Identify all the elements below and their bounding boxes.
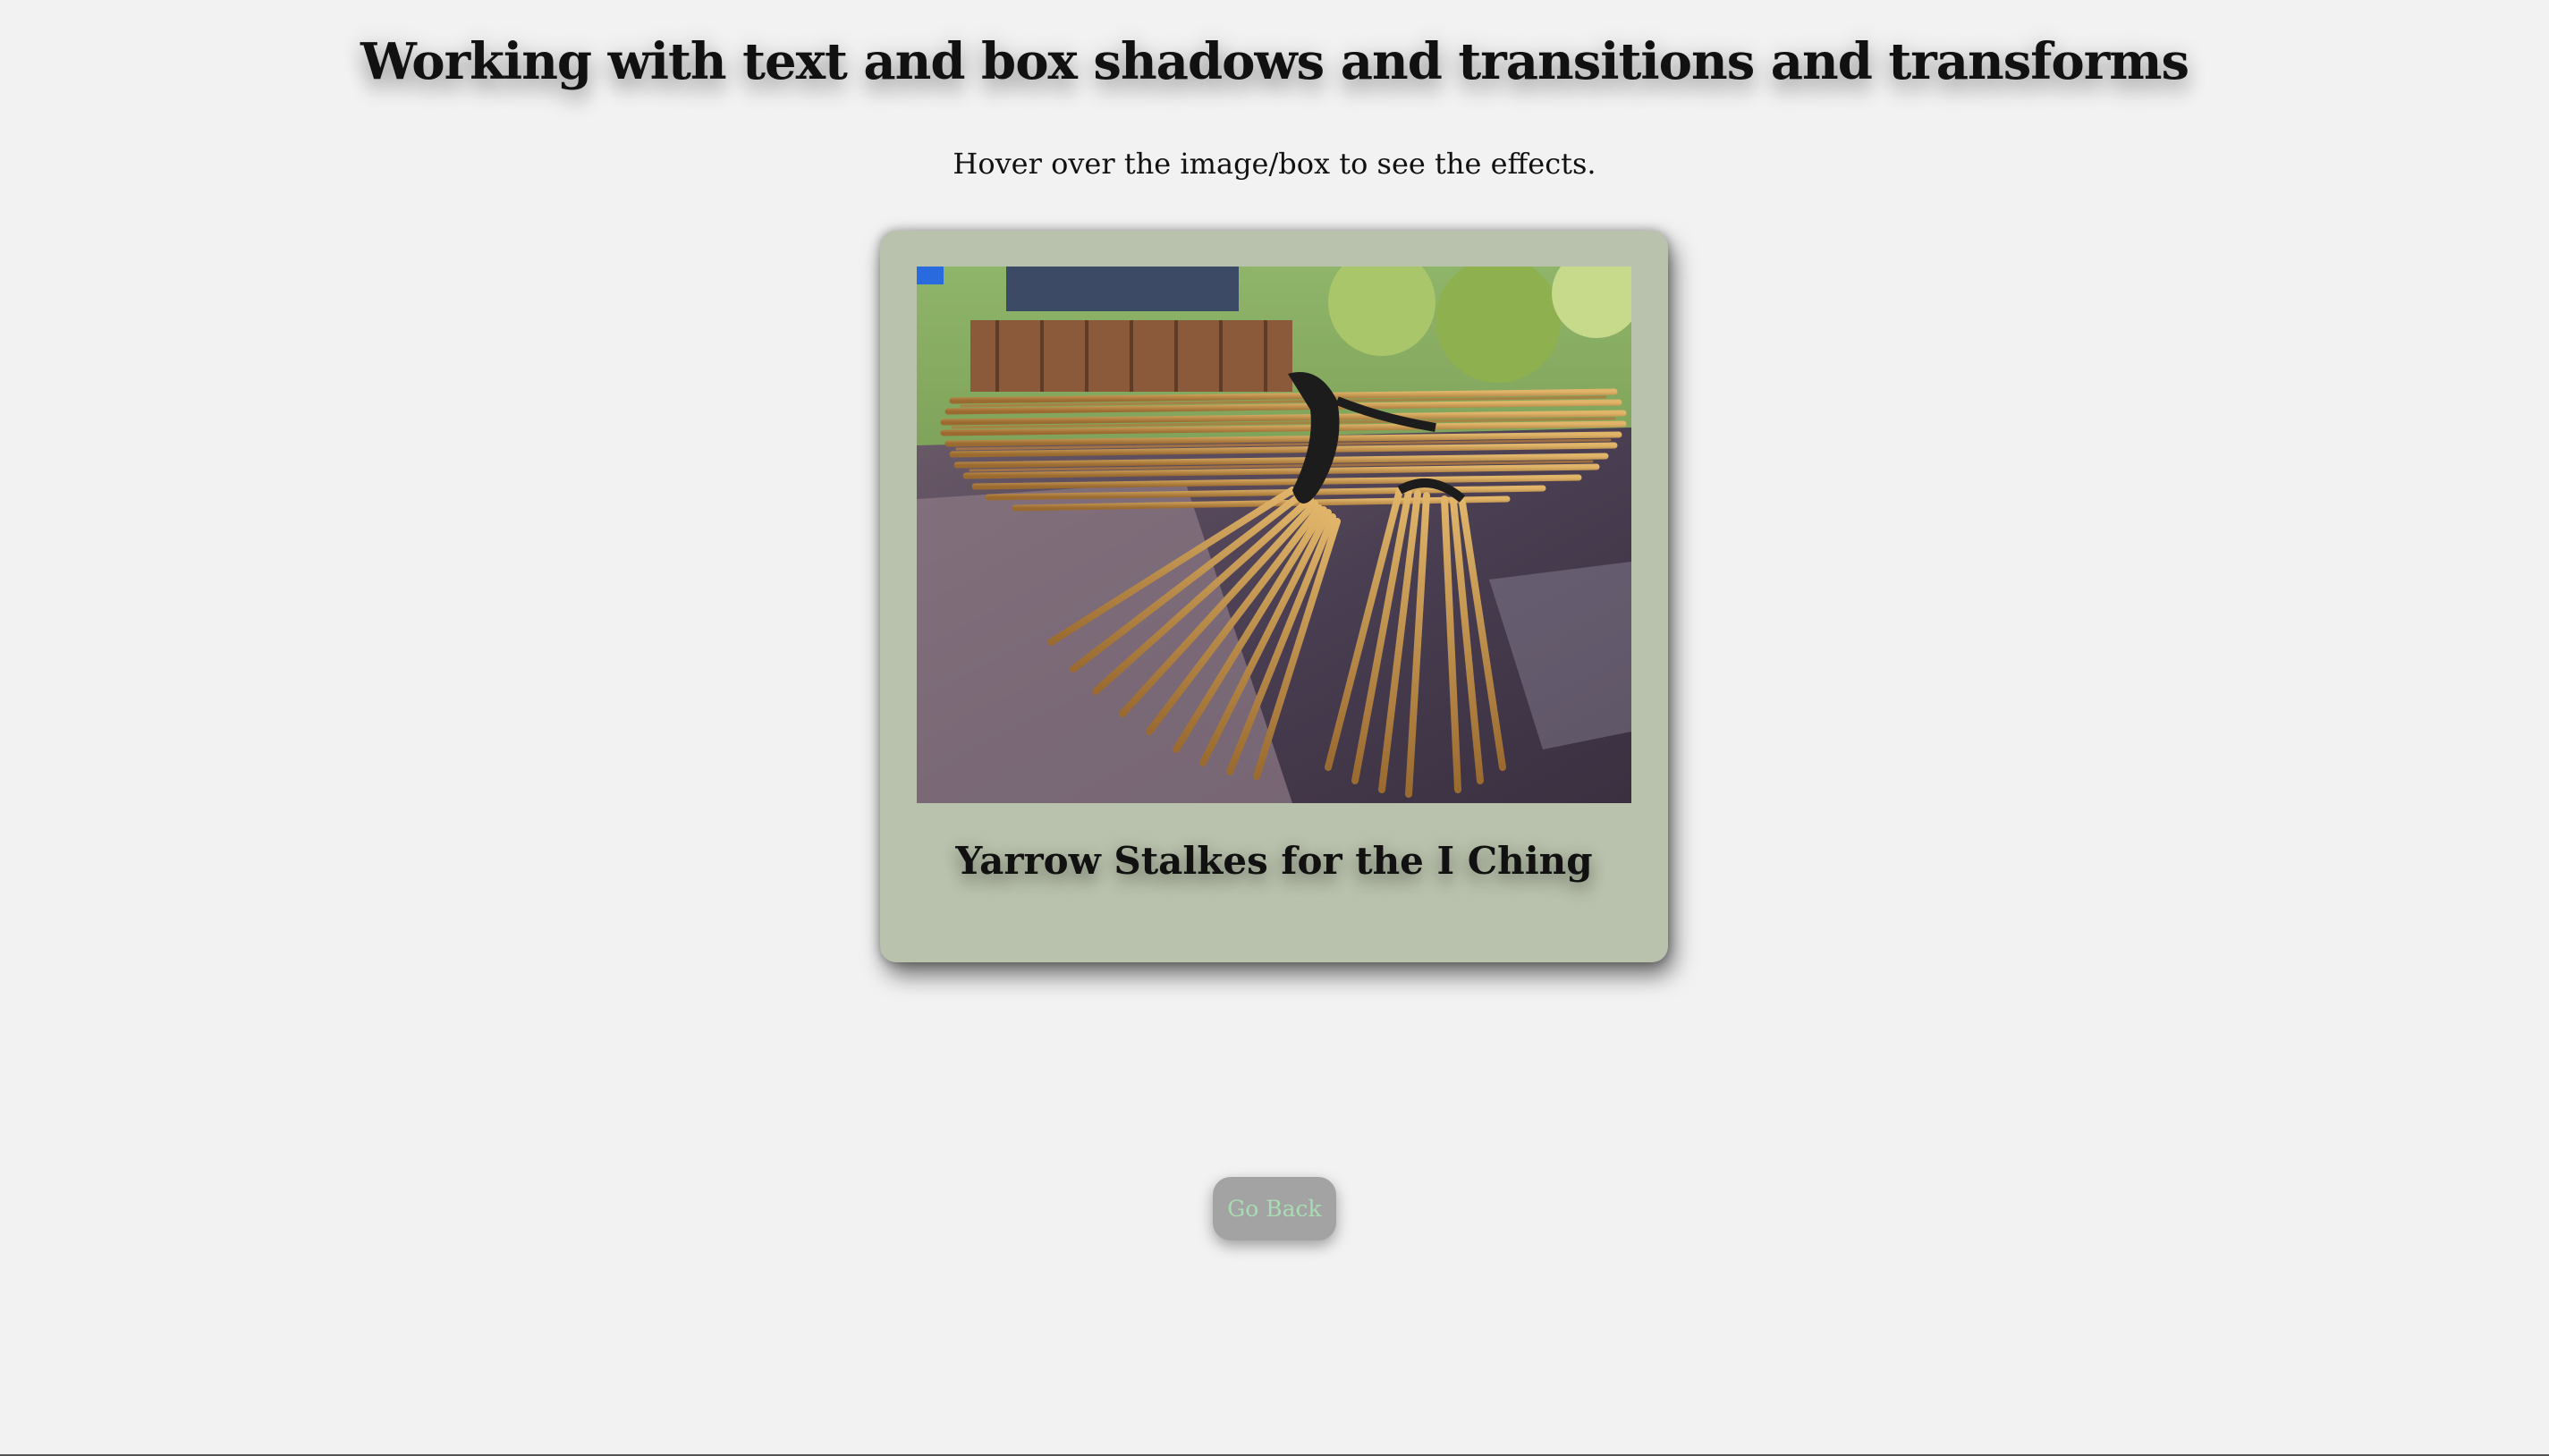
go-back-button[interactable]: Go Back bbox=[1213, 1177, 1336, 1240]
yarrow-stalks-photo[interactable] bbox=[917, 267, 1631, 803]
image-caption: Yarrow Stalkes for the I Ching bbox=[955, 839, 1593, 883]
page-subtitle: Hover over the image/box to see the effe… bbox=[953, 147, 1596, 181]
image-card[interactable]: Yarrow Stalkes for the I Ching bbox=[880, 231, 1668, 962]
page-title: Working with text and box shadows and tr… bbox=[360, 32, 2189, 91]
